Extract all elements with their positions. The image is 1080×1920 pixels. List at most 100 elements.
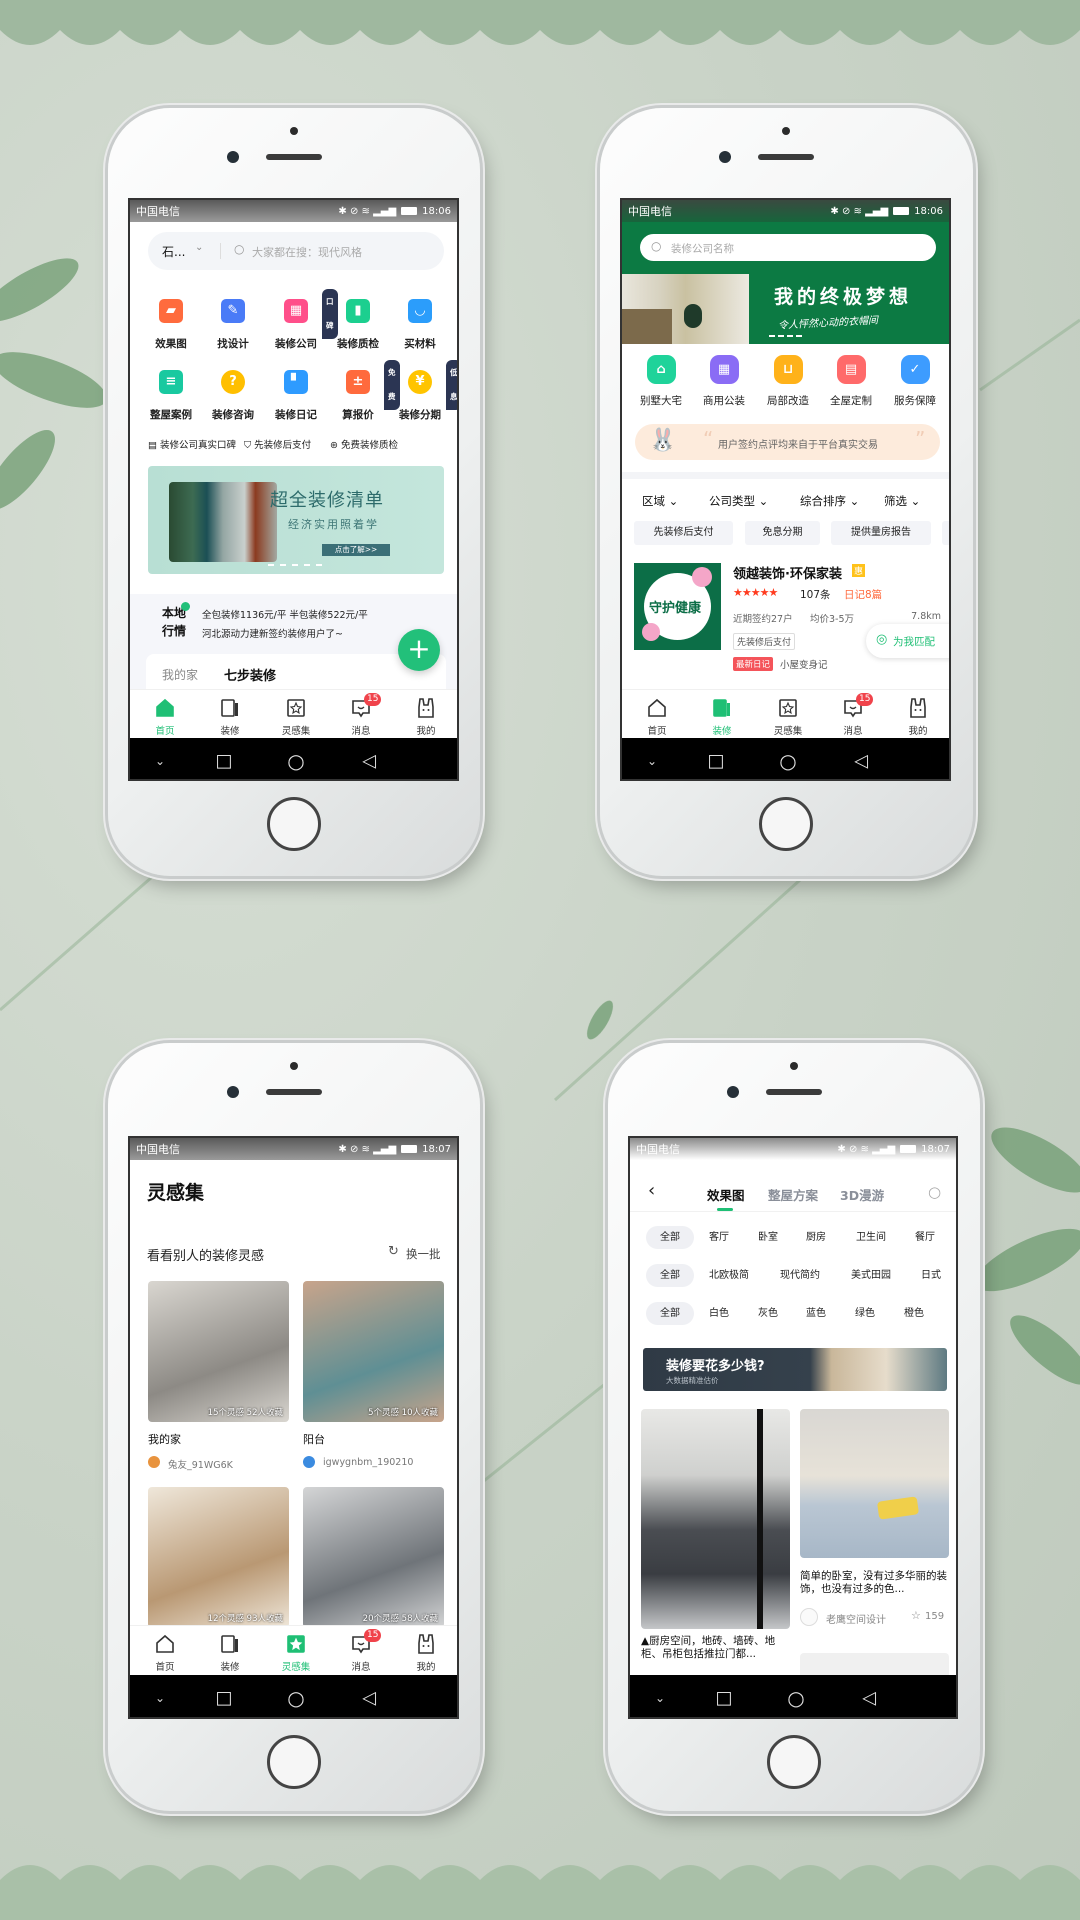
quick-entry-pen[interactable]: ✎ 找设计 xyxy=(202,299,264,351)
user-avatar[interactable] xyxy=(303,1456,315,1468)
hide-keyboard-icon[interactable]: ⌄ xyxy=(155,1691,165,1705)
filter-option[interactable]: 卫生间 xyxy=(841,1226,901,1249)
home-nav-icon[interactable]: ○ xyxy=(287,1686,304,1710)
back-nav-icon[interactable]: ◁ xyxy=(362,1687,376,1708)
tab-decoration[interactable]: 装修 xyxy=(692,690,752,739)
quick-entry-document[interactable]: ≡ 整屋案例 xyxy=(140,370,202,422)
bedroom-photo[interactable] xyxy=(800,1409,949,1558)
tab-rabbit-profile[interactable]: 我的 xyxy=(396,1626,456,1675)
tab-decoration[interactable]: 装修 xyxy=(200,1626,260,1675)
recents-icon[interactable]: □ xyxy=(215,750,232,771)
filter-all-chip[interactable]: 全部 xyxy=(646,1226,694,1249)
category-3[interactable]: ▤ 全屋定制 xyxy=(820,355,882,408)
diary-count[interactable]: 日记8篇 xyxy=(844,587,882,602)
category-2[interactable]: ⊔ 局部改造 xyxy=(757,355,819,408)
inspiration-photo[interactable]: 20个灵感 58人收藏 xyxy=(303,1487,444,1628)
filter-dropdown[interactable]: 筛选 ⌄ xyxy=(884,493,920,509)
filter-option[interactable]: 厨房 xyxy=(786,1226,846,1249)
category-0[interactable]: ⌂ 别墅大宅 xyxy=(630,355,692,408)
tab-star-square[interactable]: 灵感集 xyxy=(266,690,326,739)
cost-estimate-banner[interactable]: 装修要花多少钱? 大数据精准估价 xyxy=(643,1348,947,1391)
review-count[interactable]: 107条 xyxy=(800,587,831,602)
quick-entry-image[interactable]: ▰ 效果图 xyxy=(140,299,202,351)
quick-entry-bag[interactable]: ◡ 买材料 xyxy=(389,299,451,351)
tab-decoration[interactable]: 装修 xyxy=(200,690,260,739)
company-name[interactable]: 领越装饰·环保家装 xyxy=(733,563,842,582)
card-title[interactable]: 阳台 xyxy=(303,1431,325,1447)
filter-dropdown[interactable]: 公司类型 ⌄ xyxy=(709,493,768,509)
quick-tag[interactable]: 提供量房报告 xyxy=(831,521,931,545)
refresh-icon[interactable]: ↻ xyxy=(388,1244,399,1259)
search-input[interactable]: 装修公司名称 xyxy=(671,241,734,256)
filter-option[interactable]: 北欧极简 xyxy=(699,1264,759,1287)
home-nav-icon[interactable]: ○ xyxy=(287,749,304,773)
recents-icon[interactable]: □ xyxy=(215,1687,232,1708)
category-1[interactable]: ▦ 商用公装 xyxy=(693,355,755,408)
inspiration-photo[interactable]: 12个灵感 93人收藏 xyxy=(148,1487,289,1628)
tab-star-square[interactable]: 灵感集 xyxy=(758,690,818,739)
refresh-batch-button[interactable]: 换一批 xyxy=(406,1246,441,1262)
quick-entry-calculator[interactable]: ± 免费 算报价 xyxy=(327,360,400,422)
filter-option[interactable]: 美式田园 xyxy=(841,1264,901,1287)
quick-entry-question[interactable]: ? 装修咨询 xyxy=(202,370,264,422)
filter-option[interactable]: 橙色 xyxy=(884,1302,944,1325)
card-caption[interactable]: 简单的卧室，没有过多华丽的装饰，也没有过多的色... xyxy=(800,1570,950,1596)
company-listing[interactable]: 守护健康 领越装饰·环保家装 惠 ★★★★★ 107条 日记8篇 近期签约27户… xyxy=(622,560,949,685)
star-icon[interactable]: ☆ xyxy=(911,1609,921,1622)
user-avatar[interactable] xyxy=(148,1456,160,1468)
tab-rabbit-profile[interactable]: 我的 xyxy=(888,690,948,739)
tab-3d-tour[interactable]: 3D漫游 xyxy=(840,1185,884,1204)
tab-my-home[interactable]: 我的家 xyxy=(162,666,198,683)
tab-message[interactable]: 消息 15 xyxy=(331,690,391,739)
search-icon[interactable]: ○ xyxy=(928,1183,941,1201)
recents-icon[interactable]: □ xyxy=(715,1687,732,1708)
back-nav-icon[interactable]: ◁ xyxy=(862,1687,876,1708)
kitchen-photo[interactable] xyxy=(641,1409,790,1629)
inspiration-photo[interactable]: 5个灵感 10人收藏 xyxy=(303,1281,444,1422)
category-4[interactable]: ✓ 服务保障 xyxy=(884,355,946,408)
quick-entry-building[interactable]: ▦ 口碑 装修公司 xyxy=(265,289,338,351)
latest-diary-title[interactable]: 小屋变身记 xyxy=(780,657,828,671)
search-bar[interactable]: 石... ⌄ ○ 大家都在搜：现代风格 xyxy=(148,232,444,270)
tab-seven-steps[interactable]: 七步装修 xyxy=(224,665,276,684)
filter-dropdown[interactable]: 综合排序 ⌄ xyxy=(800,493,859,509)
quick-tag[interactable]: 免息分期 xyxy=(745,521,820,545)
back-nav-icon[interactable]: ◁ xyxy=(854,750,868,771)
home-nav-icon[interactable]: ○ xyxy=(779,749,796,773)
back-arrow-icon[interactable]: ‹ xyxy=(648,1180,655,1201)
filter-option[interactable]: 现代简约 xyxy=(770,1264,830,1287)
card-caption[interactable]: ▲厨房空间，地砖、墙砖、地柜、吊柜包括推拉门都... xyxy=(641,1635,791,1661)
tab-home[interactable]: 首页 xyxy=(135,690,195,739)
search-input[interactable]: 大家都在搜：现代风格 xyxy=(252,244,362,260)
author-name[interactable]: 老鹰空间设计 xyxy=(826,1611,886,1626)
add-fab-button[interactable]: + xyxy=(398,629,440,671)
tab-message[interactable]: 消息 15 xyxy=(331,1626,391,1675)
quick-tag-overflow[interactable] xyxy=(942,521,949,545)
tab-message[interactable]: 消息 15 xyxy=(823,690,883,739)
filter-all-chip[interactable]: 全部 xyxy=(646,1302,694,1325)
match-me-button[interactable]: ◎ 为我匹配 xyxy=(866,624,949,658)
quick-entry-inspect[interactable]: ▮ 装修质检 xyxy=(327,299,389,351)
tab-rabbit-profile[interactable]: 我的 xyxy=(396,690,456,739)
quick-entry-yen[interactable]: ¥ 低息 装修分期 xyxy=(389,360,457,422)
hide-keyboard-icon[interactable]: ⌄ xyxy=(655,1691,665,1705)
filter-option[interactable]: 餐厅 xyxy=(895,1226,955,1249)
tab-whole-house-plans[interactable]: 整屋方案 xyxy=(768,1185,818,1204)
inspiration-photo[interactable]: 15个灵感 52人收藏 xyxy=(148,1281,289,1422)
promo-banner[interactable]: 我的终极梦想 令人怦然心动的衣帽间 xyxy=(622,274,949,344)
quick-entry-bookmark[interactable]: ▘ 装修日记 xyxy=(265,370,327,422)
filter-dropdown[interactable]: 区域 ⌄ xyxy=(642,493,678,509)
back-nav-icon[interactable]: ◁ xyxy=(362,750,376,771)
home-nav-icon[interactable]: ○ xyxy=(787,1686,804,1710)
city-selector[interactable]: 石... xyxy=(162,243,185,260)
filter-option[interactable]: 日式 xyxy=(901,1264,956,1287)
user-name[interactable]: igwygnbm_190210 xyxy=(323,1457,413,1468)
tab-star-square[interactable]: 灵感集 xyxy=(266,1626,326,1675)
user-name[interactable]: 兔友_91WG6K xyxy=(168,1457,233,1471)
hide-keyboard-icon[interactable]: ⌄ xyxy=(647,754,657,768)
quick-tag[interactable]: 先装修后支付 xyxy=(634,521,733,545)
tab-home[interactable]: 首页 xyxy=(135,1626,195,1675)
company-search-bar[interactable]: ○ 装修公司名称 xyxy=(640,234,936,261)
banner-learn-more-button[interactable]: 点击了解>> xyxy=(322,544,390,556)
filter-all-chip[interactable]: 全部 xyxy=(646,1264,694,1287)
